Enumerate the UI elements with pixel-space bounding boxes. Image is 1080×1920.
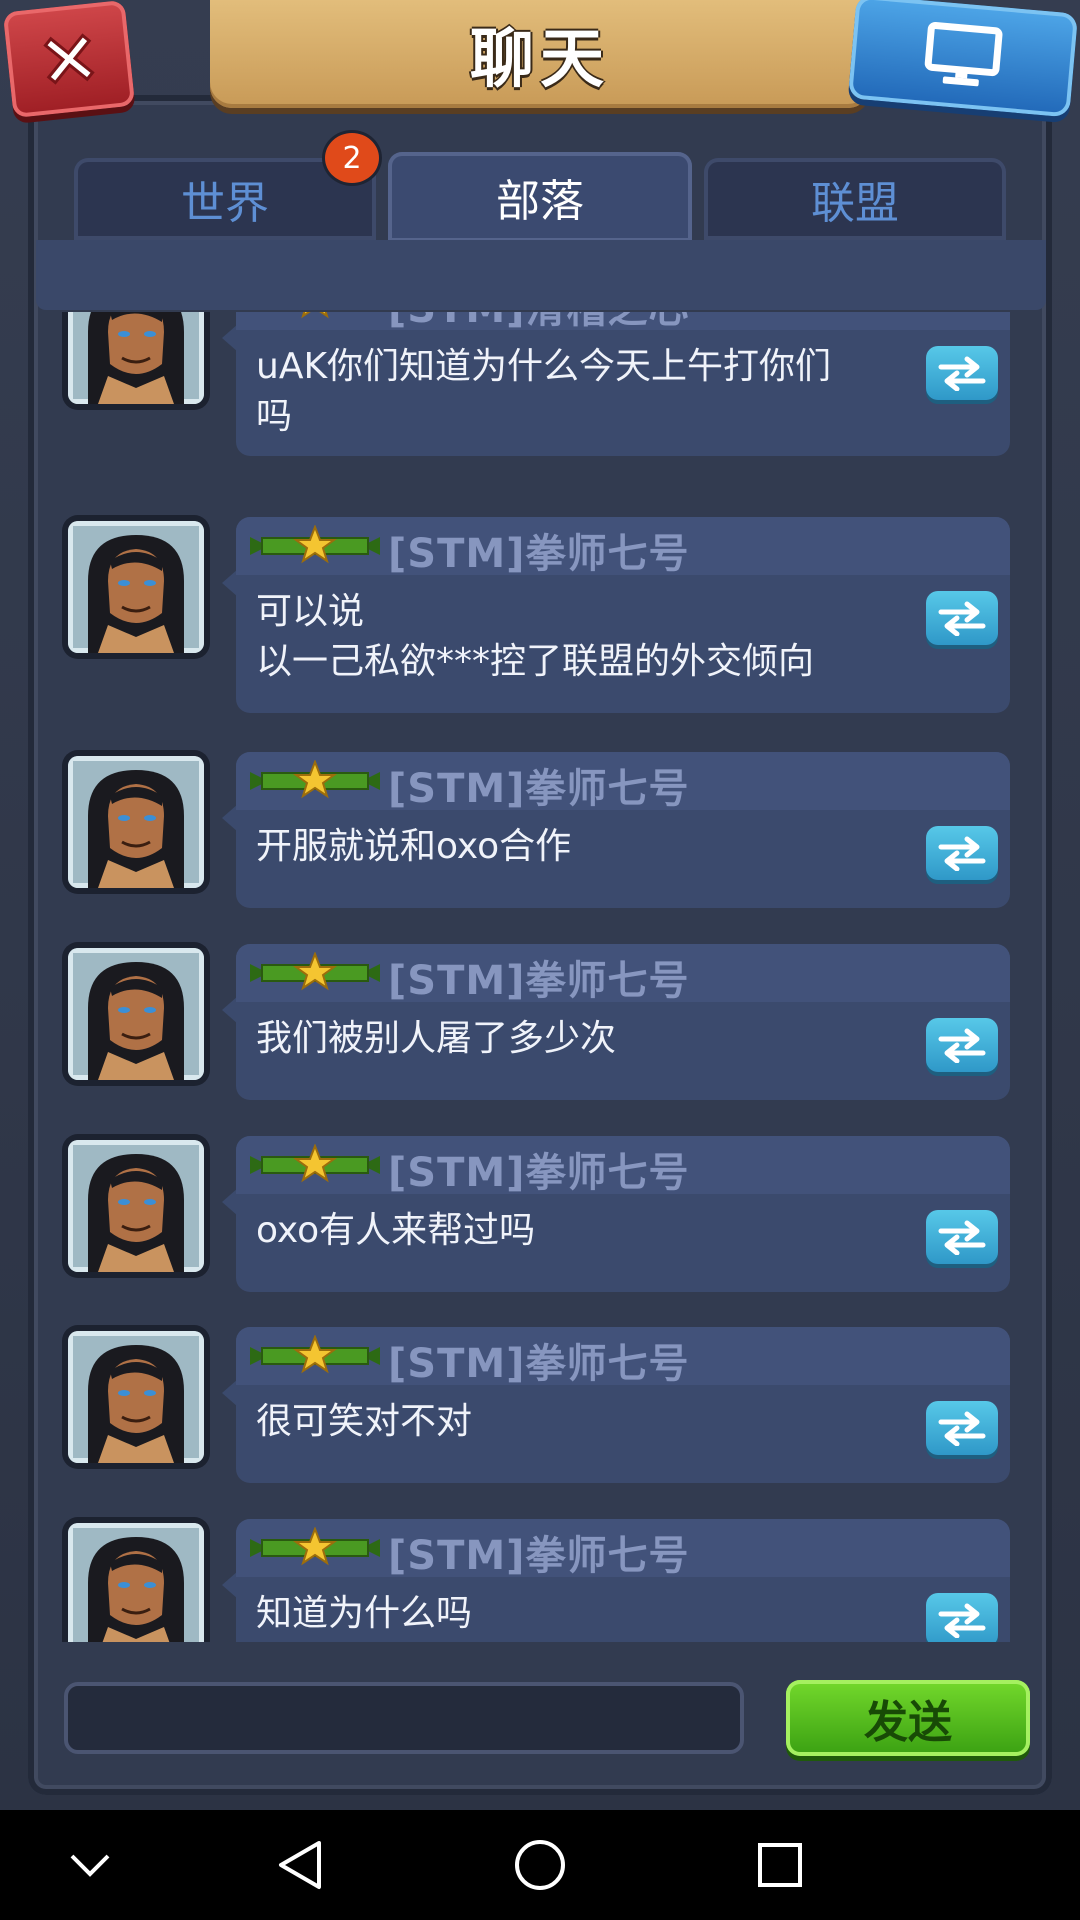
screen-button[interactable] — [847, 0, 1079, 118]
sender-name[interactable]: [STM]拳师七号 — [388, 1523, 689, 1581]
swap-arrows-icon — [938, 1028, 986, 1063]
tab-alliance-label: 联盟 — [811, 178, 899, 229]
star-rank-icon — [250, 1144, 380, 1183]
message-text: uAK你们知道为什么今天上午打你们 吗 — [256, 346, 832, 437]
swap-arrows-icon — [938, 1411, 986, 1446]
tab-tribe[interactable]: 部落 — [388, 152, 692, 242]
avatar[interactable] — [68, 312, 204, 404]
message-bubble: [STM]滑稽之心 uAK你们知道为什么今天上午打你们 吗 — [236, 312, 1010, 456]
system-nav-bar — [0, 1810, 1080, 1920]
tab-world-label: 世界 — [181, 178, 269, 229]
sender-name[interactable]: [STM]拳师七号 — [388, 1331, 689, 1389]
star-rank-icon — [301, 312, 329, 319]
sender-name[interactable]: [STM]拳师七号 — [388, 948, 689, 1006]
avatar-portrait-icon — [73, 1336, 199, 1463]
recents-square-icon — [758, 1843, 802, 1887]
sender-name[interactable]: [STM]拳师七号 — [388, 756, 689, 814]
star-rank-icon — [250, 760, 380, 799]
unread-badge: 2 — [322, 130, 382, 186]
star-rank-icon — [250, 952, 380, 991]
bubble-header: [STM]拳师七号 — [236, 1327, 1010, 1387]
avatar[interactable] — [68, 1523, 204, 1642]
tab-content-header — [36, 240, 1046, 310]
message-text: 可以说 以一己私欲***控了联盟的外交倾向 — [256, 591, 815, 682]
message-text: 知道为什么吗 — [256, 1593, 473, 1634]
reply-button[interactable] — [926, 826, 998, 880]
star-rank-icon — [250, 525, 380, 564]
avatar[interactable] — [68, 521, 204, 653]
avatar-portrait-icon — [73, 312, 199, 404]
avatar-portrait-icon — [73, 953, 199, 1080]
swap-arrows-icon — [938, 1220, 986, 1255]
reply-button[interactable] — [926, 1018, 998, 1072]
nav-collapse-button[interactable] — [60, 1835, 120, 1895]
sender-name[interactable]: [STM]滑稽之心 — [388, 312, 689, 334]
sender-name[interactable]: [STM]拳师七号 — [388, 1140, 689, 1198]
monitor-icon — [924, 21, 1003, 87]
close-button[interactable] — [2, 0, 136, 119]
back-triangle-icon — [279, 1841, 321, 1889]
avatar-portrait-icon — [73, 761, 199, 888]
swap-arrows-icon — [938, 356, 986, 391]
swap-arrows-icon — [938, 1603, 986, 1638]
unread-count: 2 — [342, 140, 362, 176]
nav-recents-button[interactable] — [750, 1835, 810, 1895]
avatar[interactable] — [68, 756, 204, 888]
star-rank-icon — [250, 1335, 380, 1374]
message-text: 我们被别人屠了多少次 — [256, 1018, 617, 1059]
title-banner: 聊天 — [210, 0, 870, 108]
bubble-header: [STM]拳师七号 — [236, 517, 1010, 577]
message-bubble: [STM]拳师七号 我们被别人屠了多少次 — [236, 944, 1010, 1100]
message-text: 开服就说和oxo合作 — [256, 826, 572, 867]
message-text: oxo有人来帮过吗 — [256, 1210, 536, 1251]
bubble-header: [STM]拳师七号 — [236, 1136, 1010, 1196]
message-bubble: [STM]拳师七号 可以说 以一己私欲***控了联盟的外交倾向 — [236, 517, 1010, 713]
reply-button[interactable] — [926, 591, 998, 645]
message-bubble: [STM]拳师七号 知道为什么吗 — [236, 1519, 1010, 1642]
send-button[interactable]: 发送 — [786, 1680, 1030, 1756]
avatar[interactable] — [68, 1140, 204, 1272]
page-title: 聊天 — [470, 23, 610, 97]
home-circle-icon — [515, 1840, 565, 1890]
reply-button[interactable] — [926, 1401, 998, 1455]
avatar[interactable] — [68, 948, 204, 1080]
bubble-header: [STM]拳师七号 — [236, 1519, 1010, 1579]
tab-alliance[interactable]: 联盟 — [704, 158, 1006, 240]
avatar-portrait-icon — [73, 1145, 199, 1272]
star-rank-icon — [250, 1527, 380, 1566]
message-bubble: [STM]拳师七号 开服就说和oxo合作 — [236, 752, 1010, 908]
avatar-portrait-icon — [73, 526, 199, 653]
message-text: 很可笑对不对 — [256, 1401, 473, 1442]
bubble-header: [STM]拳师七号 — [236, 752, 1010, 812]
tab-tribe-label: 部落 — [496, 176, 584, 227]
message-bubble: [STM]拳师七号 很可笑对不对 — [236, 1327, 1010, 1483]
chevron-down-icon — [70, 1854, 110, 1877]
message-list[interactable]: [STM]滑稽之心 uAK你们知道为什么今天上午打你们 吗 — [46, 312, 1034, 1642]
swap-arrows-icon — [938, 836, 986, 871]
avatar[interactable] — [68, 1331, 204, 1463]
reply-button[interactable] — [926, 1593, 998, 1642]
nav-back-button[interactable] — [270, 1835, 330, 1895]
reply-button[interactable] — [926, 1210, 998, 1264]
sender-name[interactable]: [STM]拳师七号 — [388, 521, 689, 579]
reply-button[interactable] — [926, 346, 998, 400]
close-x-icon — [43, 33, 95, 85]
swap-arrows-icon — [938, 601, 986, 636]
avatar-portrait-icon — [73, 1528, 199, 1642]
message-bubble: [STM]拳师七号 oxo有人来帮过吗 — [236, 1136, 1010, 1292]
nav-home-button[interactable] — [510, 1835, 570, 1895]
send-button-label: 发送 — [864, 1697, 952, 1748]
bubble-header: [STM]滑稽之心 — [236, 312, 1010, 332]
chat-input[interactable] — [64, 1682, 744, 1754]
bubble-header: [STM]拳师七号 — [236, 944, 1010, 1004]
